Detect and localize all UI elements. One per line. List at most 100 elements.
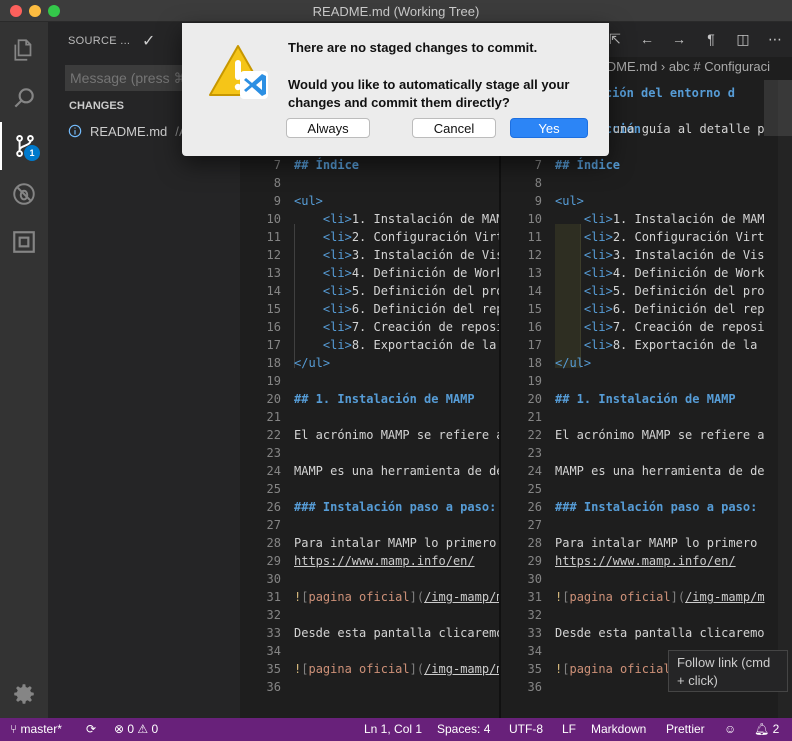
code-line: 7 ## Índice: [240, 156, 359, 174]
overview-ruler[interactable]: [778, 80, 792, 718]
yes-button[interactable]: Yes: [510, 118, 588, 138]
line-number: 32: [527, 608, 542, 622]
sync-icon[interactable]: ⟳: [86, 722, 96, 736]
line-content: <li>2. Configuración Virt: [583, 230, 765, 244]
status-bar: ⑂ master* ⟳ ⊗ 0 ⚠ 0 Ln 1, Col 1 Spaces: …: [0, 718, 792, 741]
line-number: 7: [534, 158, 542, 172]
line-number: 13: [527, 266, 542, 280]
split-editor-icon[interactable]: ◫: [734, 31, 752, 48]
formatter[interactable]: Prettier: [666, 722, 705, 736]
line-number: 29: [266, 554, 281, 568]
branch-indicator[interactable]: ⑂ master*: [10, 722, 62, 736]
indentation[interactable]: Spaces: 4: [437, 722, 490, 736]
code-line: 7 ## Índice: [501, 156, 620, 174]
next-change-icon[interactable]: →: [670, 31, 688, 48]
always-button[interactable]: Always: [286, 118, 370, 138]
code-line: 31 ![pagina oficial](/img-mamp/m: [501, 588, 765, 606]
line-number: 12: [266, 248, 281, 262]
line-number: 10: [266, 212, 281, 226]
code-line: 26 ### Instalación paso a paso:: [501, 498, 758, 516]
branch-icon: ⑂: [10, 722, 21, 736]
changes-header[interactable]: CHANGES: [69, 100, 124, 112]
notifications[interactable]: 🔔︎ 2: [754, 722, 779, 736]
code-line: 21: [501, 408, 542, 426]
feedback-icon[interactable]: ☺: [724, 722, 736, 736]
line-number: 25: [266, 482, 281, 496]
cancel-button[interactable]: Cancel: [412, 118, 496, 138]
change-file-name: README.md: [90, 123, 168, 139]
line-number: 19: [266, 374, 281, 388]
code-line: 14 <li>5. Definición del pro: [240, 282, 500, 300]
line-number: 34: [527, 644, 542, 658]
code-line: 10 <li>1. Instalación de MAM: [501, 210, 765, 228]
explorer-icon[interactable]: [0, 26, 48, 74]
line-number: 8: [273, 176, 281, 190]
modified-pane[interactable]: guración del entorno droducción5Esto es …: [501, 80, 792, 718]
code-line: 28 Para intalar MAMP lo primero: [240, 534, 497, 552]
code-line: 17 <li>8. Exportación de la: [240, 336, 497, 354]
line-number: 35: [527, 662, 542, 676]
line-number: 20: [527, 392, 542, 406]
line-number: 28: [266, 536, 281, 550]
line-content: MAMP es una herramienta de de: [555, 464, 765, 478]
extensions-icon[interactable]: [0, 218, 48, 266]
code-line: 11 <li>2. Configuración Virt: [240, 228, 500, 246]
code-line: 25: [240, 480, 281, 498]
line-content: Desde esta pantalla clicaremo: [294, 626, 500, 640]
line-number: 22: [266, 428, 281, 442]
line-number: 9: [273, 194, 281, 208]
code-line: 10 <li>1. Instalación de MAM: [240, 210, 500, 228]
line-number: 14: [266, 284, 281, 298]
code-line: 30: [501, 570, 542, 588]
line-number: 23: [266, 446, 281, 460]
previous-change-icon[interactable]: ←: [638, 31, 656, 48]
line-number: 10: [527, 212, 542, 226]
line-content: ## Índice: [555, 158, 621, 172]
language-mode[interactable]: Markdown: [591, 722, 646, 736]
line-number: 16: [527, 320, 542, 334]
line-number: 34: [266, 644, 281, 658]
commit-icon[interactable]: ✓: [142, 31, 155, 51]
line-content: <li>4. Definición de Work: [322, 266, 500, 280]
line-content: <li>3. Instalación de Vis: [322, 248, 500, 262]
line-content: https://www.mamp.info/en/: [555, 554, 736, 568]
change-item[interactable]: README.md /A: [68, 120, 188, 142]
line-content: <li>1. Instalación de MAM: [583, 212, 765, 226]
code-line: 17 <li>8. Exportación de la: [501, 336, 758, 354]
line-content: <li>6. Definición del rep: [583, 302, 765, 316]
code-line: 18 </ul>: [240, 354, 331, 372]
whitespace-icon[interactable]: ¶: [702, 31, 720, 48]
problems-indicator[interactable]: ⊗ 0 ⚠ 0: [114, 722, 158, 736]
warning-vscode-icon: [209, 45, 268, 99]
code-line: 22 El acrónimo MAMP se refiere a: [501, 426, 765, 444]
line-content: <li>4. Definición de Work: [583, 266, 765, 280]
dialog-message: There are no staged changes to commit.: [288, 40, 538, 55]
window-title: README.md (Working Tree): [312, 4, 480, 19]
source-control-icon[interactable]: 1: [0, 122, 48, 170]
cursor-position[interactable]: Ln 1, Col 1: [364, 722, 422, 736]
gear-icon[interactable]: [0, 670, 48, 718]
search-icon[interactable]: [0, 74, 48, 122]
line-number: 15: [266, 302, 281, 316]
line-content: ![pagina oficial](/img-mamp/m: [555, 590, 765, 604]
more-actions-icon[interactable]: ⋯: [766, 31, 784, 48]
encoding[interactable]: UTF-8: [509, 722, 543, 736]
end-of-line[interactable]: LF: [562, 722, 576, 736]
original-pane[interactable]: 5Esto es una guía al detalle p67## Índic…: [240, 80, 500, 718]
line-content: <li>1. Instalación de MAM: [322, 212, 500, 226]
debug-icon[interactable]: [0, 170, 48, 218]
line-number: 11: [527, 230, 542, 244]
line-number: 21: [266, 410, 281, 424]
code-line: 12 <li>3. Instalación de Vis: [501, 246, 765, 264]
code-line: 15 <li>6. Definición del rep: [501, 300, 765, 318]
line-number: 13: [266, 266, 281, 280]
code-line: 19: [240, 372, 281, 390]
line-content: </ul>: [294, 356, 331, 370]
line-number: 24: [266, 464, 281, 478]
line-content: Para intalar MAMP lo primero: [555, 536, 758, 550]
scrollbar-thumb[interactable]: [764, 80, 792, 136]
line-content: <ul>: [555, 194, 584, 208]
code-line: 33 Desde esta pantalla clicaremo: [240, 624, 500, 642]
line-content: ### Instalación paso a paso:: [294, 500, 497, 514]
error-icon: ⊗: [114, 722, 128, 736]
